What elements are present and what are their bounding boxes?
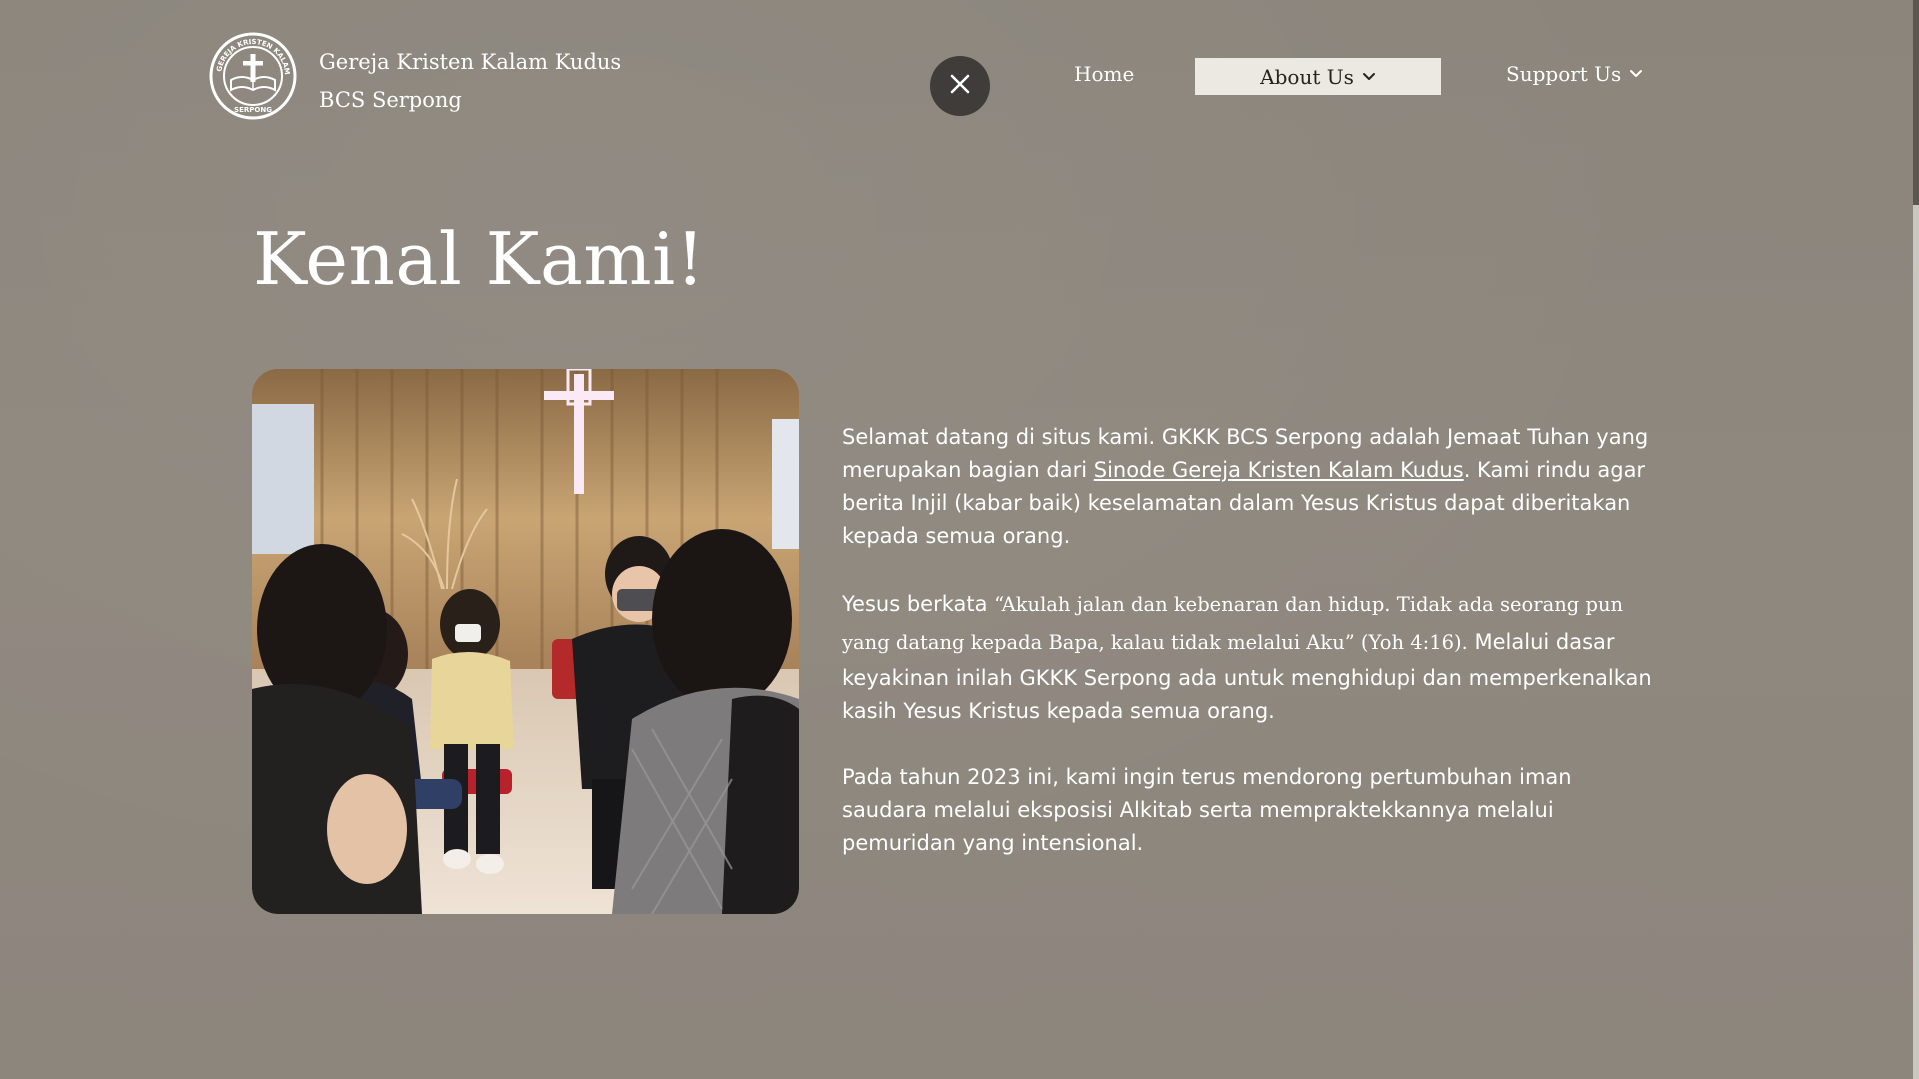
chevron-down-icon [1629, 69, 1643, 79]
church-logo[interactable]: GEREJA KRISTEN KALAM KUDUS SERPONG [206, 26, 297, 120]
site-name[interactable]: Gereja Kristen Kalam Kudus BCS Serpong [319, 43, 621, 119]
site-name-line-1: Gereja Kristen Kalam Kudus [319, 50, 622, 74]
nav-about-us-label: About Us [1260, 64, 1354, 89]
page-title: Kenal Kami! [253, 217, 706, 301]
close-menu-button[interactable] [930, 56, 990, 116]
group-prayer-photo [252, 369, 799, 914]
nav-about-us-dropdown[interactable]: About Us [1195, 58, 1441, 95]
chevron-down-icon [1362, 72, 1376, 82]
site-name-line-2: BCS Serpong [319, 88, 462, 112]
synod-link[interactable]: Sinode Gereja Kristen Kalam Kudus [1094, 458, 1464, 482]
intro-paragraph: Selamat datang di situs kami. GKKK BCS S… [842, 421, 1662, 553]
page: GEREJA KRISTEN KALAM KUDUS SERPONG Gerej… [0, 0, 1919, 1079]
logo-text-top: GEREJA KRISTEN KALAM KUDUS [209, 32, 291, 75]
nav-home-link[interactable]: Home [1074, 62, 1134, 86]
faith-text-intro: Yesus berkata [842, 592, 995, 616]
faith-paragraph: Yesus berkata “Akulah jalan dan kebenara… [842, 586, 1662, 728]
nav-support-us-dropdown[interactable]: Support Us [1506, 62, 1643, 86]
close-icon [949, 73, 971, 99]
logo-text-bottom: SERPONG [234, 106, 272, 114]
vision-paragraph: Pada tahun 2023 ini, kami ingin terus me… [842, 765, 1572, 855]
scrollbar-track[interactable] [1913, 0, 1919, 1079]
scrollbar-thumb[interactable] [1913, 0, 1919, 205]
about-content: Selamat datang di situs kami. GKKK BCS S… [842, 421, 1662, 893]
nav-support-us-label: Support Us [1506, 62, 1622, 86]
